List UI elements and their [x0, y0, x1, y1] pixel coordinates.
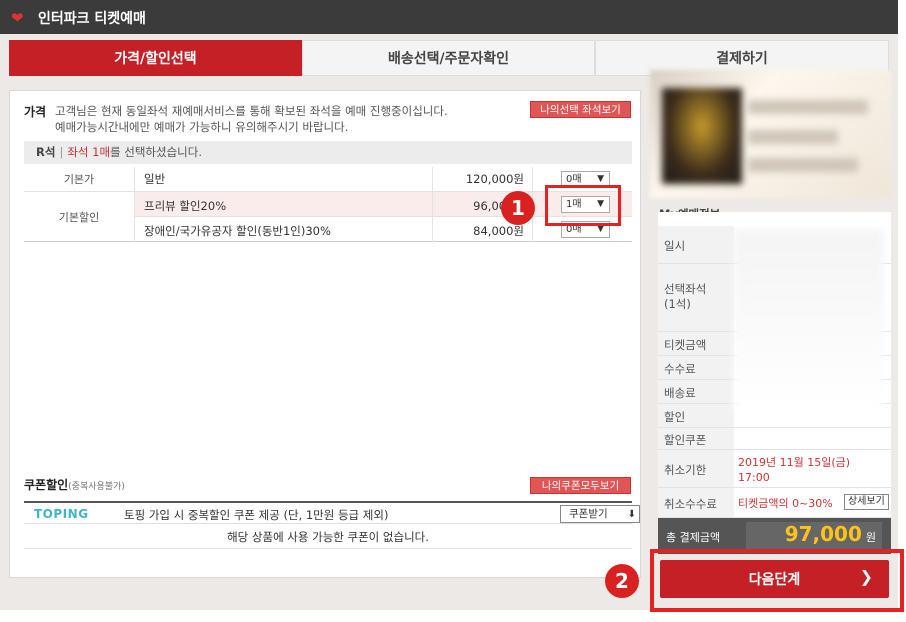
window-title: 인터파크 티켓예매 — [38, 11, 146, 27]
seat-count: 좌석 1매 — [67, 145, 111, 159]
my-coupons-view-button[interactable]: 나의쿠폰모두보기 — [530, 477, 631, 494]
booking-row: 할인쿠폰 — [658, 428, 891, 450]
coupon-sublabel: (중복사용불가) — [68, 482, 125, 492]
cancel-fee-detail-button[interactable]: 상세보기 — [844, 494, 889, 510]
blurred-text — [748, 130, 838, 144]
booking-key: 티켓금액 — [664, 338, 707, 352]
blurred-text — [748, 158, 858, 172]
cancel-deadline-key: 취소기한 — [664, 463, 707, 477]
cancel-fee-key: 취소수수료 — [664, 497, 717, 511]
step-badge-1: 1 — [501, 191, 535, 225]
price-amount: 120,000원 — [465, 172, 524, 186]
total-amount: 97,000 — [784, 522, 862, 546]
step-price-discount[interactable]: 가격/할인선택 — [9, 40, 314, 76]
my-booking-panel: My예매정보 일시 선택좌석 (1석) 티켓금액 수수료 배송료 할인 할인쿠폰… — [650, 70, 891, 554]
total-unit: 원 — [865, 531, 876, 544]
divider — [134, 167, 135, 192]
highlight-box-2 — [650, 549, 904, 612]
price-desc-line2: 예매가능시간내에만 예매가 가능하니 유의해주시기 바랍니다. — [55, 120, 349, 134]
coupon-promo-row: TOPING 토핑 가입 시 중복할인 쿠폰 제공 (단, 1만원 등급 제외)… — [24, 501, 640, 524]
booking-key: 일시 — [664, 239, 686, 253]
quantity-value: 0매 — [566, 174, 582, 185]
step-badge-2: 2 — [605, 564, 639, 598]
toping-logo: TOPING — [34, 507, 89, 521]
seat-summary: R석 | 좌석 1매를 선택하셨습니다. — [24, 141, 632, 164]
ticket-booking-window: ❤ 인터파크 티켓예매 가격/할인선택 배송선택/주문자확인 결제하기 가격 고… — [0, 0, 906, 622]
price-section-label: 가격 — [24, 105, 47, 119]
booking-key: 배송료 — [664, 386, 696, 400]
my-seat-view-button[interactable]: 나의선택 좌석보기 — [530, 101, 631, 118]
price-amount: 84,000원 — [473, 224, 524, 238]
coupon-empty-text: 해당 상품에 사용 가능한 쿠폰이 없습니다. — [227, 530, 429, 544]
booking-row: 취소수수료 티켓금액의 0~30% 상세보기 — [658, 488, 891, 518]
total-value-box: 97,000 원 — [746, 522, 882, 550]
divider — [532, 167, 533, 192]
step-delivery-orderer[interactable]: 배송선택/주문자확인 — [302, 40, 595, 76]
booking-key: 수수료 — [664, 362, 696, 376]
price-description: 고객님은 현재 동일좌석 재예매서비스를 통해 확보된 좌석을 예매 진행중이십… — [55, 103, 525, 135]
price-name: 프리뷰 할인20% — [144, 199, 227, 213]
seat-suffix: 를 선택하셨습니다. — [110, 145, 202, 159]
poster-image — [650, 70, 891, 198]
download-icon: ⬇ — [627, 509, 636, 520]
price-category: 기본가 — [63, 173, 95, 186]
seat-grade: R석 — [36, 145, 56, 159]
poster-thumbnail — [662, 88, 742, 184]
get-coupon-button[interactable]: 쿠폰받기 ⬇ — [560, 505, 640, 523]
price-name: 장애인/국가유공자 할인(동반1인)30% — [144, 224, 331, 238]
heart-icon: ❤ — [11, 9, 24, 27]
price-category: 기본할인 — [58, 211, 100, 224]
coupon-promo-text: 토핑 가입 시 중복할인 쿠폰 제공 (단, 1만원 등급 제외) — [124, 508, 389, 522]
total-key: 총 결제금액 — [666, 531, 721, 544]
price-desc-line1: 고객님은 현재 동일좌석 재예매서비스를 통해 확보된 좌석을 예매 진행중이십… — [55, 104, 448, 118]
coupon-empty-row: 해당 상품에 사용 가능한 쿠폰이 없습니다. — [24, 526, 632, 549]
price-row: 기본가 일반 120,000원 0매 ▼ — [24, 167, 632, 192]
blurred-values — [734, 230, 884, 410]
blurred-text — [748, 100, 868, 114]
price-row-group: 기본할인 프리뷰 할인20% 96,000원 1매 ▼ 장애인/국가유공자 할인(… — [24, 192, 632, 242]
booking-key: 할인 — [664, 410, 686, 424]
booking-row: 취소기한 2019년 11월 15일(금) 17:00 — [658, 450, 891, 488]
divider — [432, 192, 433, 242]
coupon-label: 쿠폰할인 — [24, 478, 69, 492]
cancel-fee-value: 티켓금액의 0~30% — [738, 497, 833, 510]
highlight-box-1 — [545, 185, 621, 226]
booking-key: 할인쿠폰 — [664, 433, 707, 447]
title-bar: ❤ 인터파크 티켓예매 — [0, 0, 898, 34]
seat-separator: | — [59, 145, 64, 159]
price-panel: 가격 고객님은 현재 동일좌석 재예매서비스를 통해 확보된 좌석을 예매 진행… — [9, 90, 641, 578]
price-name: 일반 — [144, 172, 166, 186]
coupon-section-label: 쿠폰할인(중복사용불가) — [24, 476, 125, 493]
cancel-deadline-value: 2019년 11월 15일(금) 17:00 — [738, 456, 851, 484]
booking-key: 선택좌석 (1석) — [664, 282, 707, 311]
get-coupon-label: 쿠폰받기 — [569, 508, 608, 520]
